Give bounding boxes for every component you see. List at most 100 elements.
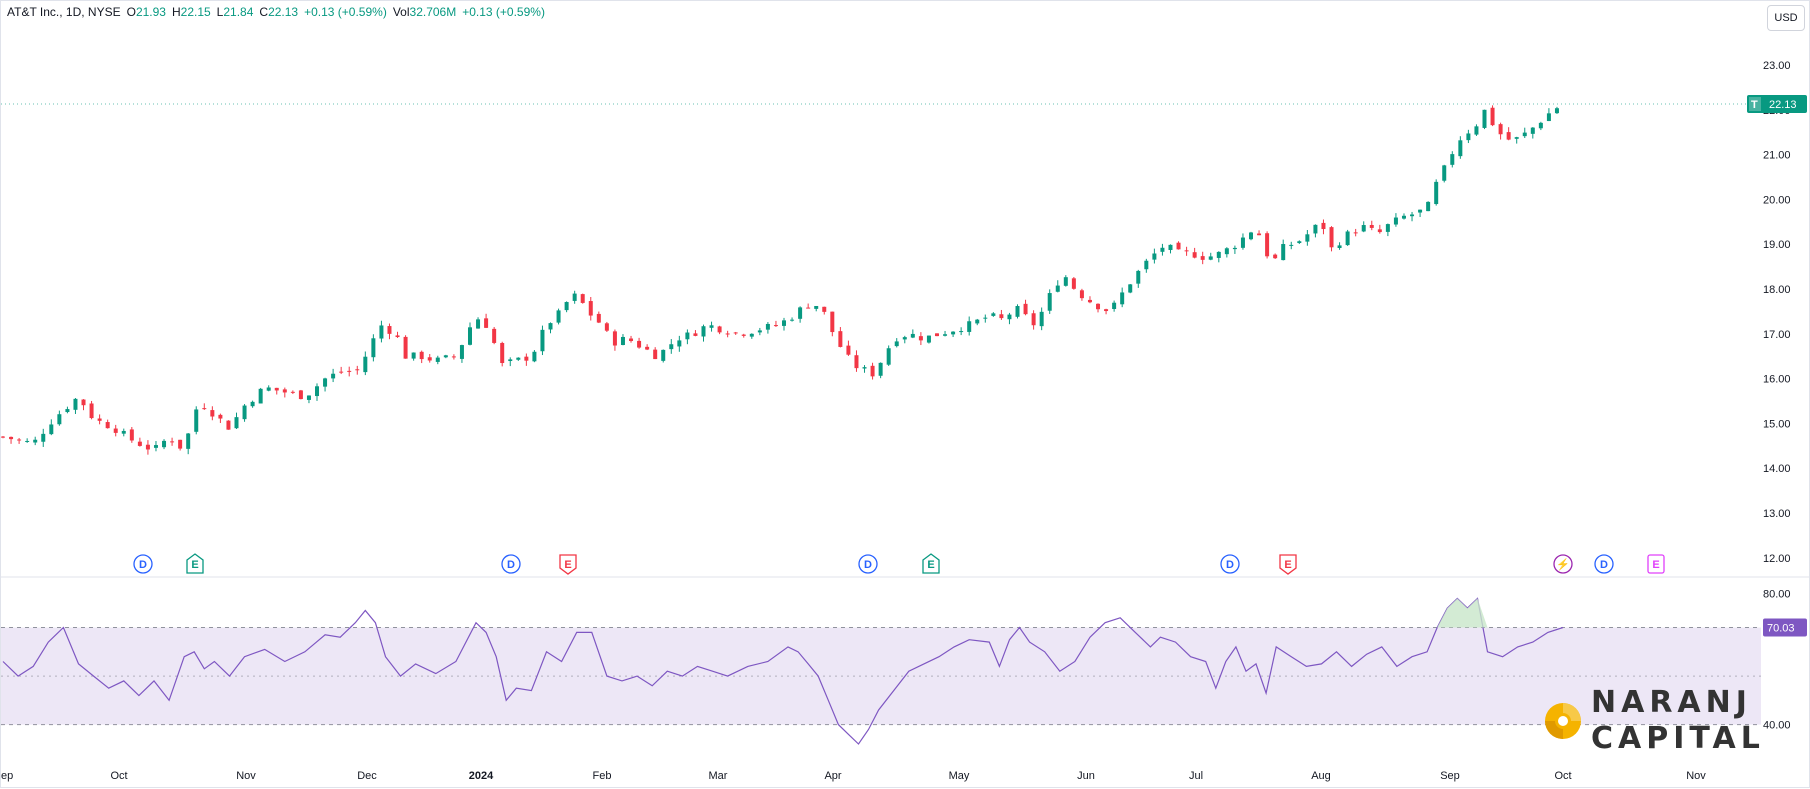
candle-body — [1216, 251, 1221, 258]
candle-body — [298, 390, 303, 400]
close-label: C — [259, 5, 269, 19]
candle-body — [838, 331, 843, 347]
candle-body — [145, 444, 150, 450]
price-tick-label: 15.00 — [1763, 418, 1791, 430]
candle-body — [1112, 302, 1117, 310]
candle-body — [830, 311, 835, 333]
candle-body — [9, 436, 14, 440]
event-marker-label: E — [564, 559, 571, 571]
candle-body — [1208, 256, 1213, 260]
price-tick-label: 13.00 — [1763, 508, 1791, 520]
candle-body — [347, 370, 352, 372]
time-axis-label: Nov — [236, 770, 256, 782]
candle-body — [403, 336, 408, 359]
candle-body — [258, 388, 263, 404]
candle-body — [467, 327, 472, 345]
candle-body — [476, 319, 481, 329]
candle-body — [218, 414, 223, 419]
candle-body — [645, 346, 650, 350]
candle-body — [49, 424, 54, 435]
candle-body — [878, 362, 883, 376]
candle-body — [1297, 241, 1302, 244]
event-marker-label: E — [191, 559, 198, 571]
candle-body — [1329, 227, 1334, 248]
candle-body — [588, 301, 593, 316]
candle-body — [411, 352, 416, 359]
high-label: H — [171, 5, 181, 19]
candle-body — [717, 326, 722, 333]
event-marker-label: E — [927, 559, 934, 571]
event-marker-label: E — [1652, 559, 1659, 571]
candle-body — [1466, 133, 1471, 141]
candle-body — [435, 357, 440, 362]
candle-body — [709, 325, 714, 328]
candle-body — [1458, 140, 1463, 157]
candle-body — [266, 387, 271, 391]
candle-body — [629, 338, 634, 342]
candle-body — [524, 356, 529, 361]
candle-body — [1168, 244, 1173, 250]
candle-body — [572, 293, 577, 301]
candle-body — [1482, 109, 1487, 128]
time-axis-label: Mar — [709, 770, 728, 782]
candle-body — [1192, 252, 1197, 258]
currency-button[interactable]: USD — [1767, 5, 1805, 31]
candle-body — [484, 318, 489, 328]
candle-body — [1, 436, 5, 438]
low-value: 21.84 — [223, 5, 254, 19]
candle-body — [210, 410, 215, 417]
candle-body — [274, 387, 279, 391]
candle-body — [41, 433, 46, 442]
candle-body — [1249, 232, 1253, 240]
candle-body — [113, 428, 118, 433]
candle-body — [419, 351, 424, 360]
high-value: 22.15 — [180, 5, 211, 19]
event-marker-label: D — [1600, 559, 1608, 571]
candle-body — [693, 333, 698, 336]
candle-body — [1546, 113, 1551, 122]
rsi-tick-label: 40.00 — [1763, 720, 1791, 732]
candle-body — [1385, 224, 1390, 232]
candle-body — [604, 323, 609, 331]
time-axis-label: Apr — [824, 770, 841, 782]
candle-body — [1281, 244, 1286, 261]
candle-body — [290, 391, 295, 393]
price-tick-label: 23.00 — [1763, 60, 1791, 72]
candle-body — [121, 430, 126, 434]
stock-chart[interactable]: 23.0022.0021.0020.0019.0018.0017.0016.00… — [0, 0, 1810, 788]
logo-line-2: CAPITAL — [1591, 721, 1765, 756]
candle-body — [508, 359, 513, 362]
candle-body — [1522, 132, 1527, 137]
candle-body — [178, 439, 183, 449]
candle-body — [1345, 231, 1350, 246]
price-tick-label: 16.00 — [1763, 374, 1791, 386]
chart-canvas[interactable]: 23.0022.0021.0020.0019.0018.0017.0016.00… — [1, 1, 1810, 789]
candle-body — [129, 429, 134, 441]
candle-body — [355, 369, 360, 371]
candle-body — [363, 356, 368, 373]
candle-body — [516, 357, 521, 360]
time-axis-label: Sep — [1440, 770, 1460, 782]
open-label: O — [126, 5, 136, 19]
candle-body — [331, 373, 336, 379]
candle-body — [1305, 234, 1310, 242]
candle-body — [1120, 292, 1125, 305]
candle-body — [685, 332, 690, 340]
price-tick-label: 19.00 — [1763, 239, 1791, 251]
candle-body — [1506, 132, 1511, 140]
time-axis-label: May — [949, 770, 970, 782]
candle-body — [339, 371, 344, 373]
candle-body — [1490, 107, 1495, 126]
candle-body — [757, 330, 762, 333]
candle-body — [395, 335, 400, 338]
candle-body — [661, 349, 666, 361]
candle-body — [194, 409, 199, 432]
candle-body — [854, 355, 859, 369]
candle-body — [1514, 137, 1519, 139]
candle-body — [1353, 232, 1358, 234]
candle-body — [790, 319, 795, 321]
candle-body — [387, 326, 392, 334]
candle-body — [202, 408, 207, 410]
candle-body — [814, 305, 819, 309]
candle-body — [1240, 237, 1245, 248]
